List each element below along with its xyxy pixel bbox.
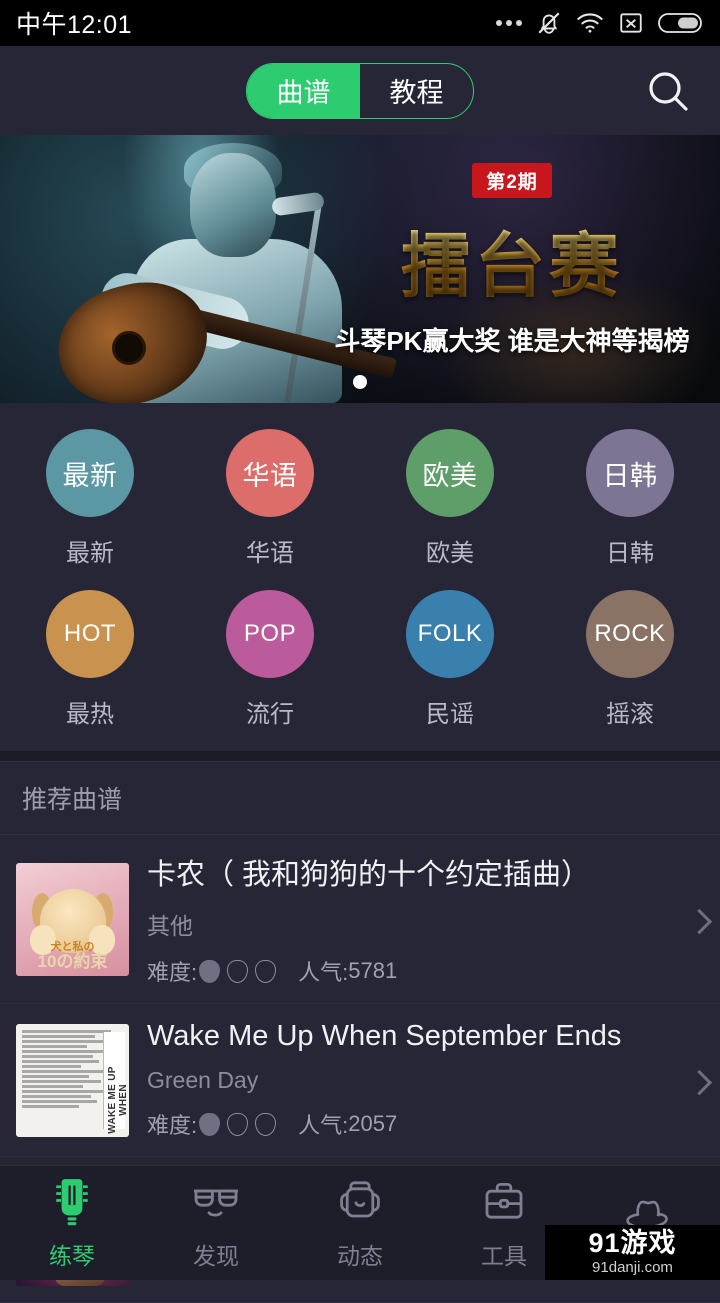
nav-label: 练琴 bbox=[49, 1243, 95, 1269]
tab-scores[interactable]: 曲谱 bbox=[247, 63, 360, 118]
category-item-hot[interactable]: HOT 最热 bbox=[0, 590, 180, 729]
table-row[interactable]: WAKE ME UP WHEN SEPTEMBER ENDS Wake Me U… bbox=[0, 1004, 720, 1157]
thumb-caption-big: 10の約束 bbox=[37, 951, 108, 971]
banner-page-indicator[interactable] bbox=[353, 375, 367, 389]
search-button[interactable] bbox=[640, 63, 696, 119]
pick-icon bbox=[199, 1112, 221, 1136]
category-circle: HOT bbox=[46, 590, 134, 678]
category-label: 欧美 bbox=[426, 540, 474, 567]
category-circle: FOLK bbox=[406, 590, 494, 678]
nav-label: 动态 bbox=[337, 1243, 383, 1269]
category-grid: 最新 最新 华语 华语 欧美 欧美 日韩 日韩 HOT 最热 POP 流行 FO… bbox=[0, 403, 720, 751]
status-bar: 中午12:01 bbox=[0, 0, 720, 46]
site-watermark: 91游戏 91danji.com bbox=[545, 1225, 720, 1280]
nav-item-practice[interactable]: 练琴 bbox=[0, 1166, 144, 1280]
search-icon bbox=[649, 71, 688, 111]
song-thumbnail: WAKE ME UP WHEN SEPTEMBER ENDS bbox=[16, 1023, 129, 1137]
watermark-sub: 91danji.com bbox=[592, 1259, 673, 1276]
category-circle: 华语 bbox=[226, 429, 314, 517]
category-label: 日韩 bbox=[606, 540, 654, 567]
category-item-folk[interactable]: FOLK 民谣 bbox=[360, 590, 540, 729]
no-sim-icon bbox=[620, 13, 642, 33]
song-info: 卡农（ 我和狗狗的十个约定插曲） 其他 难度: 人气: 5781 bbox=[147, 851, 700, 987]
watermark-main: 91游戏 bbox=[588, 1228, 677, 1258]
song-meta: 难度: 人气: 5781 bbox=[147, 955, 700, 987]
category-label: 摇滚 bbox=[606, 701, 654, 728]
category-item-jpkr[interactable]: 日韩 日韩 bbox=[540, 429, 720, 568]
popularity-label: 人气: bbox=[298, 960, 349, 985]
category-circle: ROCK bbox=[586, 590, 674, 678]
status-bar-time: 中午12:01 bbox=[16, 11, 133, 39]
banner-episode-badge: 第2期 bbox=[472, 163, 552, 198]
battery-icon bbox=[658, 13, 702, 33]
guitar-headstock-icon bbox=[56, 1179, 88, 1226]
banner-title: 擂台赛 bbox=[332, 210, 692, 311]
category-row-1: 最新 最新 华语 华语 欧美 欧美 日韩 日韩 bbox=[0, 429, 720, 568]
bell-muted-icon bbox=[538, 12, 560, 34]
headphones-face-icon bbox=[340, 1181, 380, 1218]
tab-tutorials[interactable]: 教程 bbox=[360, 64, 473, 118]
nav-item-feed[interactable]: 动态 bbox=[288, 1166, 432, 1280]
nav-label: 工具 bbox=[481, 1243, 527, 1269]
song-artist: 其他 bbox=[147, 913, 193, 939]
pick-icon bbox=[255, 1112, 277, 1136]
category-circle: 最新 bbox=[46, 429, 134, 517]
thumb-caption-top: WAKE ME UP WHEN SEPTEMBER ENDS bbox=[107, 1065, 129, 1134]
banner-text-block: 第2期 擂台赛 斗琴PK赢大奖 谁是大神等揭榜 bbox=[332, 163, 692, 358]
category-item-rock[interactable]: ROCK 摇滚 bbox=[540, 590, 720, 729]
difficulty-label: 难度: bbox=[147, 1113, 198, 1138]
category-label: 民谣 bbox=[426, 701, 474, 728]
category-label: 华语 bbox=[246, 540, 294, 567]
category-label: 最新 bbox=[66, 540, 114, 567]
recommended-section-title: 推荐曲谱 bbox=[0, 761, 720, 835]
popularity-value: 2057 bbox=[348, 1111, 398, 1136]
difficulty-rating bbox=[199, 959, 277, 983]
song-thumbnail: 犬と私の 10の約束 bbox=[16, 862, 129, 976]
popularity-value: 5781 bbox=[348, 958, 398, 983]
difficulty-rating bbox=[199, 1112, 277, 1136]
song-artist: Green Day bbox=[147, 1067, 259, 1093]
category-circle: 日韩 bbox=[586, 429, 674, 517]
thumb-caption-top: 犬と私の bbox=[50, 940, 95, 953]
category-circle: 欧美 bbox=[406, 429, 494, 517]
category-item-chinese[interactable]: 华语 华语 bbox=[180, 429, 360, 568]
pick-icon bbox=[199, 959, 221, 983]
wifi-icon bbox=[577, 13, 603, 33]
song-meta: 难度: 人气: 2057 bbox=[147, 1108, 700, 1140]
pick-icon bbox=[227, 1112, 249, 1136]
banner-subtitle: 斗琴PK赢大奖 谁是大神等揭榜 bbox=[334, 326, 690, 356]
tab-switcher: 曲谱 教程 bbox=[246, 62, 474, 119]
promo-banner[interactable]: 第2期 擂台赛 斗琴PK赢大奖 谁是大神等揭榜 bbox=[0, 135, 720, 403]
difficulty-label: 难度: bbox=[147, 960, 198, 985]
song-info: Wake Me Up When September Ends Green Day… bbox=[147, 1020, 700, 1140]
table-row[interactable]: 犬と私の 10の約束 卡农（ 我和狗狗的十个约定插曲） 其他 难度: 人气: 5… bbox=[0, 835, 720, 1004]
top-bar: 曲谱 教程 bbox=[0, 46, 720, 135]
nav-label: 发现 bbox=[193, 1243, 239, 1269]
popularity-label: 人气: bbox=[298, 1113, 349, 1138]
category-item-pop[interactable]: POP 流行 bbox=[180, 590, 360, 729]
sunglasses-face-icon bbox=[194, 1189, 238, 1217]
category-row-2: HOT 最热 POP 流行 FOLK 民谣 ROCK 摇滚 bbox=[0, 590, 720, 729]
pick-icon bbox=[227, 959, 249, 983]
category-item-latest[interactable]: 最新 最新 bbox=[0, 429, 180, 568]
toolbox-icon bbox=[485, 1183, 523, 1219]
category-circle: POP bbox=[226, 590, 314, 678]
section-divider bbox=[0, 751, 720, 761]
song-title: Wake Me Up When September Ends bbox=[147, 1020, 622, 1052]
bottom-navigation: 练琴 发现 动态 工具 91游戏 91danji.com bbox=[0, 1165, 720, 1280]
song-title: 卡农（ 我和狗狗的十个约定插曲） bbox=[147, 859, 591, 891]
pick-icon bbox=[255, 959, 277, 983]
status-bar-icons bbox=[496, 10, 704, 36]
category-label: 最热 bbox=[66, 701, 114, 728]
nav-item-discover[interactable]: 发现 bbox=[144, 1166, 288, 1280]
category-item-western[interactable]: 欧美 欧美 bbox=[360, 429, 540, 568]
more-dots-icon bbox=[496, 20, 522, 26]
category-label: 流行 bbox=[246, 701, 294, 728]
